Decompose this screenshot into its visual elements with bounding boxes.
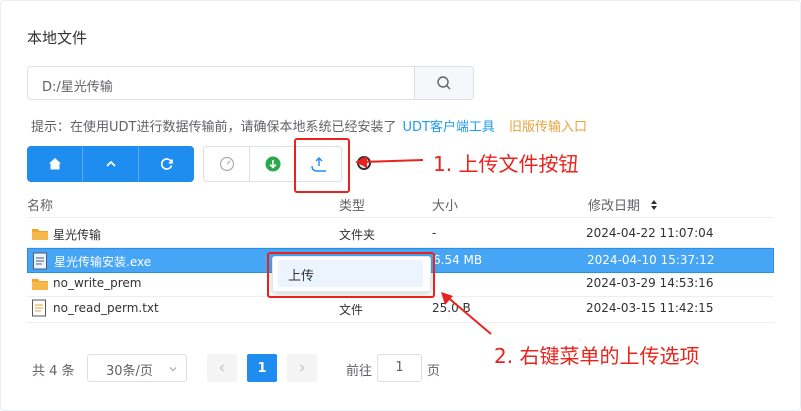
header-divider xyxy=(27,217,774,218)
speedometer-icon xyxy=(219,156,234,172)
folder-icon xyxy=(32,229,48,240)
column-header-type[interactable]: 类型 xyxy=(339,195,365,214)
date-header-label: 修改日期 xyxy=(588,199,641,214)
path-input[interactable]: D:/星光传输 xyxy=(27,66,474,100)
row-name: no_read_perm.txt xyxy=(53,301,159,315)
row-type: 文件 xyxy=(339,303,364,317)
download-button[interactable] xyxy=(250,147,296,181)
home-button[interactable] xyxy=(27,146,83,182)
column-header-name[interactable]: 名称 xyxy=(27,195,53,214)
row-divider xyxy=(27,322,774,323)
text-file-icon xyxy=(32,299,46,317)
row-date: 2024-03-29 14:53:16 xyxy=(586,276,714,290)
prev-page-button[interactable] xyxy=(207,354,237,382)
row-name: 星光传输安装.exe xyxy=(54,255,152,269)
row-type: 文件夹 xyxy=(339,228,376,242)
goto-page-input[interactable]: 1 xyxy=(377,354,422,382)
upload-button-highlight xyxy=(294,138,350,193)
chevron-right-icon xyxy=(300,364,305,372)
row-size: 6.54 MB xyxy=(433,253,483,267)
nav-button-group xyxy=(27,146,194,182)
column-header-date[interactable]: 修改日期 xyxy=(588,195,658,214)
parent-folder-button[interactable] xyxy=(83,146,139,182)
panel-title: 本地文件 xyxy=(27,29,88,47)
next-page-button[interactable] xyxy=(287,354,317,382)
file-panel: 本地文件 D:/星光传输 提示：在使用UDT进行数据传输前，请确保本地系统已经安… xyxy=(0,0,801,411)
row-date: 2024-04-10 15:37:12 xyxy=(587,253,715,267)
row-date: 2024-04-22 11:07:04 xyxy=(586,226,714,240)
refresh-button[interactable] xyxy=(139,146,194,182)
page-size-value: 30条/页 xyxy=(106,364,153,379)
udt-tip: 提示：在使用UDT进行数据传输前，请确保本地系统已经安装了 UDT客户端工具 旧版传… xyxy=(31,116,587,135)
table-row[interactable]: no_read_perm.txt 文件 25.0 B 2024-03-15 11… xyxy=(27,297,774,322)
tip-text: 提示：在使用UDT进行数据传输前，请确保本地系统已经安装了 xyxy=(31,120,397,135)
column-header-size[interactable]: 大小 xyxy=(432,195,458,214)
annotation-upload-button: 1. 上传文件按钮 xyxy=(433,152,579,176)
row-name: 星光传输 xyxy=(53,228,102,242)
goto-label: 前往 xyxy=(346,364,373,379)
page-number-current[interactable]: 1 xyxy=(247,354,277,382)
download-icon xyxy=(265,156,280,172)
chevron-left-icon xyxy=(219,364,224,372)
home-icon xyxy=(48,158,61,170)
chevron-down-icon xyxy=(169,367,177,372)
table-row[interactable]: 星光传输 文件夹 - 2024-04-22 11:07:04 xyxy=(27,222,774,247)
row-size: - xyxy=(432,226,437,240)
page-suffix: 页 xyxy=(427,364,441,379)
context-menu-highlight xyxy=(267,252,435,298)
folder-icon xyxy=(32,279,48,290)
file-icon xyxy=(33,252,47,270)
udt-client-link[interactable]: UDT客户端工具 xyxy=(402,120,494,135)
chevron-up-icon xyxy=(105,160,116,167)
search-icon xyxy=(437,76,451,90)
row-name: no_write_prem xyxy=(53,276,142,290)
annotation-arrow-2 xyxy=(441,292,492,335)
refresh-icon xyxy=(160,158,173,170)
pagination-total: 共 4 条 xyxy=(32,364,75,379)
legacy-transfer-link[interactable]: 旧版传输入口 xyxy=(509,120,587,135)
speed-button[interactable] xyxy=(204,147,250,181)
row-date: 2024-03-15 11:42:15 xyxy=(586,301,714,315)
annotation-context-menu: 2. 右键菜单的上传选项 xyxy=(494,344,700,368)
path-value: D:/星光传输 xyxy=(42,80,113,95)
path-search-button[interactable] xyxy=(414,67,473,99)
annotation-arrow-1 xyxy=(355,156,424,168)
page-size-select[interactable]: 30条/页 xyxy=(87,354,187,382)
sort-icon[interactable] xyxy=(650,199,658,211)
